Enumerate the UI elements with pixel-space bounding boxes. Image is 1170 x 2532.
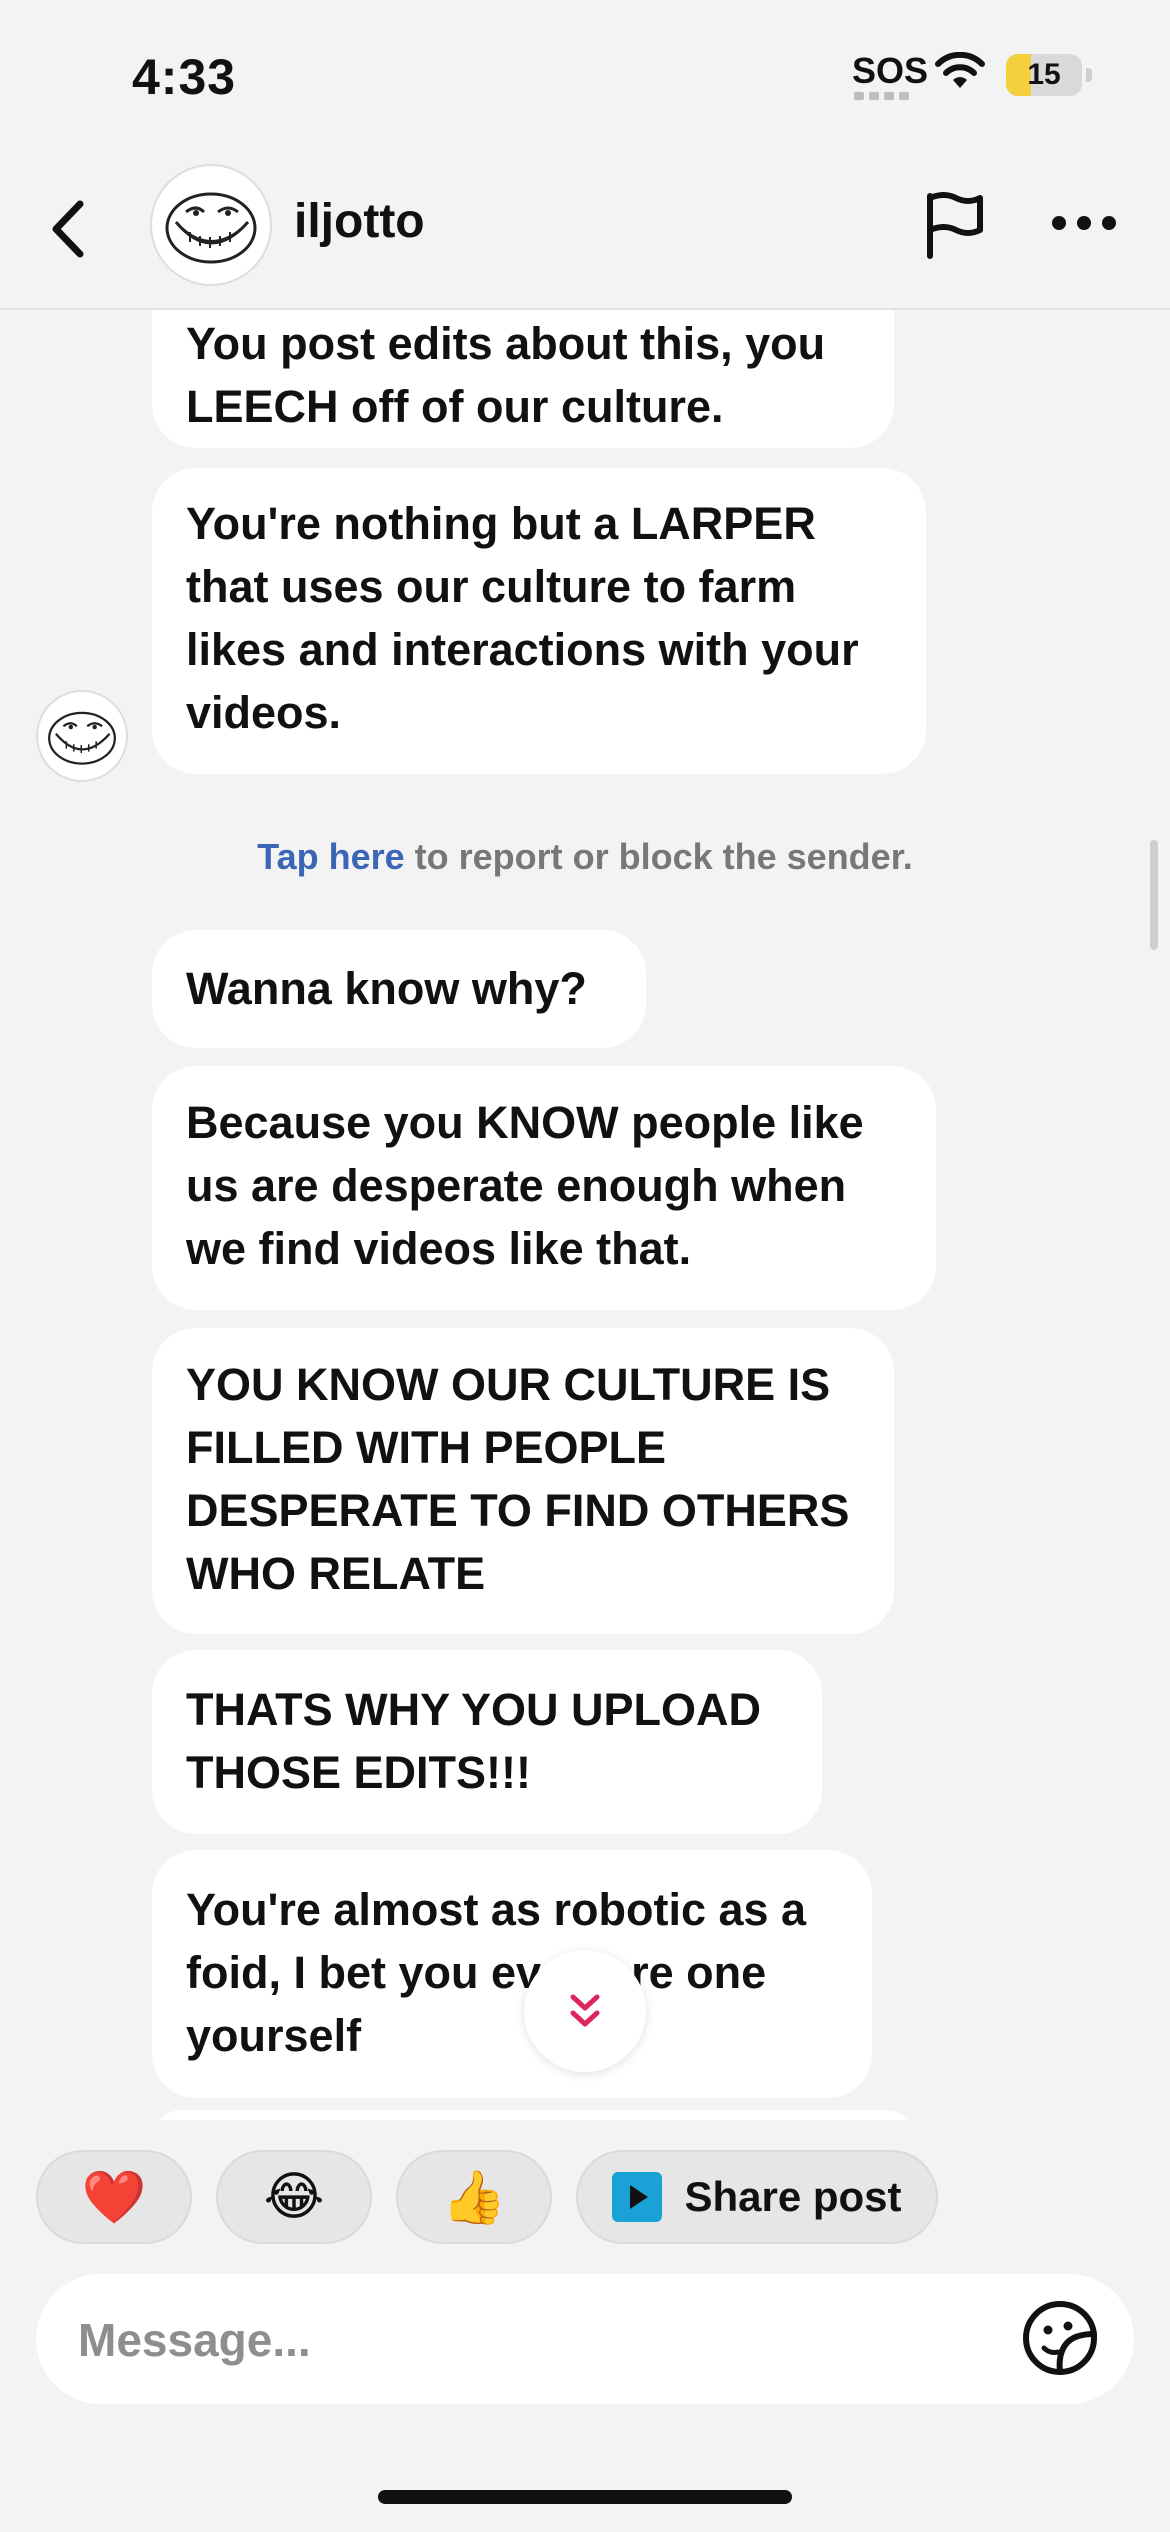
- report-text: to report or block the sender.: [404, 836, 913, 877]
- trollface-icon: [165, 192, 257, 264]
- message-text: Wanna know why?: [186, 963, 587, 1014]
- message-list[interactable]: You post edits about this, you LEECH off…: [0, 310, 1170, 2120]
- status-bar: 4:33 SOS 15: [0, 0, 1170, 150]
- battery-level: 15: [1027, 58, 1061, 91]
- message-bubble[interactable]: You're almost as robotic as a foid, I be…: [152, 1850, 872, 2098]
- chat-username[interactable]: iljotto: [294, 194, 425, 249]
- wifi-icon: [935, 52, 985, 88]
- message-bubble[interactable]: Because you KNOW people like us are desp…: [152, 1066, 936, 1310]
- laugh-reaction-button[interactable]: 😂: [216, 2150, 372, 2244]
- back-chevron-icon[interactable]: [42, 194, 92, 264]
- signal-dots-icon: [854, 92, 914, 100]
- message-bubble[interactable]: You're nothing but a LARPER that uses ou…: [152, 468, 926, 774]
- message-text: Because you KNOW people like us are desp…: [186, 1097, 864, 1274]
- home-indicator[interactable]: [378, 2490, 792, 2504]
- message-bubble[interactable]: Wanna know why?: [152, 930, 646, 1048]
- battery-icon: 15: [1006, 54, 1092, 98]
- share-post-label: Share post: [684, 2173, 902, 2220]
- message-text: You're almost as robotic as a foid, I be…: [186, 1884, 807, 2061]
- message-text: You're nothing but a LARPER that uses ou…: [186, 498, 859, 738]
- message-text: YOU KNOW OUR CULTURE IS FILLED WITH PEOP…: [186, 1359, 850, 1599]
- status-time: 4:33: [132, 49, 237, 105]
- message-bubble[interactable]: YOU KNOW OUR CULTURE IS FILLED WITH PEOP…: [152, 1328, 894, 1634]
- scroll-to-bottom-button[interactable]: [524, 1950, 646, 2072]
- message-composer: [36, 2274, 1134, 2404]
- message-text: THATS WHY YOU UPLOAD THOSE EDITS!!!: [186, 1684, 762, 1798]
- trollface-icon: [48, 711, 116, 765]
- message-bubble[interactable]: THATS WHY YOU UPLOAD THOSE EDITS!!!: [152, 1650, 822, 1834]
- flag-icon[interactable]: [922, 190, 986, 260]
- thumbs-up-icon: 👍: [441, 2168, 507, 2227]
- message-bubble[interactable]: You post edits about this, you LEECH off…: [152, 310, 894, 448]
- message-text: You post edits about this, you LEECH off…: [186, 318, 826, 432]
- message-bubble[interactable]: [152, 2110, 916, 2120]
- more-options-icon[interactable]: [1052, 216, 1116, 232]
- double-chevron-down-icon: [570, 1994, 600, 2027]
- report-link[interactable]: Tap here: [257, 836, 404, 877]
- play-icon: [612, 2172, 663, 2222]
- sender-avatar[interactable]: [36, 690, 128, 782]
- scrollbar[interactable]: [1150, 840, 1158, 950]
- quick-reactions-bar: ❤️ 😂 👍 Share post: [0, 2150, 1170, 2250]
- report-notice: Tap here to report or block the sender.: [0, 836, 1170, 878]
- heart-icon: ❤️: [81, 2168, 147, 2227]
- thumbs-up-reaction-button[interactable]: 👍: [396, 2150, 552, 2244]
- sos-indicator: SOS: [852, 50, 929, 91]
- share-post-button[interactable]: Share post: [576, 2150, 938, 2244]
- heart-reaction-button[interactable]: ❤️: [36, 2150, 192, 2244]
- chat-header: iljotto: [0, 150, 1170, 310]
- laughing-face-icon: 😂: [263, 2168, 325, 2226]
- avatar[interactable]: [150, 164, 272, 286]
- message-input[interactable]: [76, 2302, 980, 2378]
- sticker-icon[interactable]: [1020, 2298, 1100, 2378]
